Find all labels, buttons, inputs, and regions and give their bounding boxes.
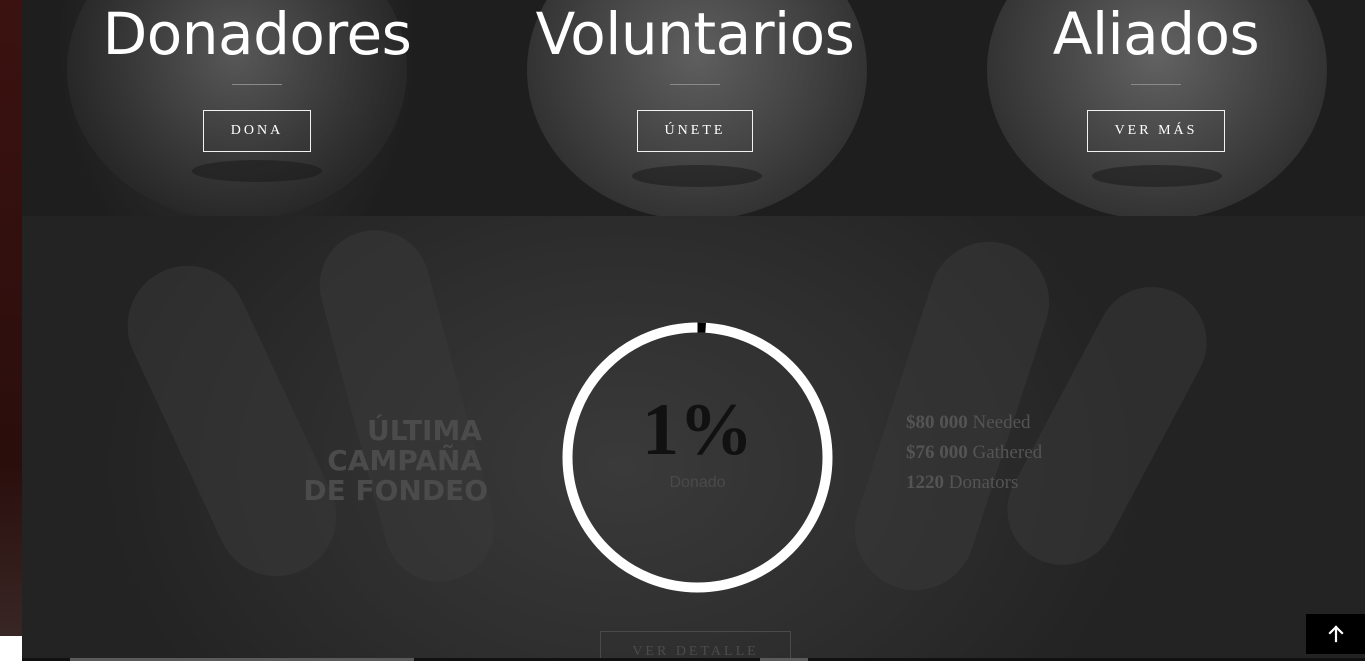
stat-label: Donators [948, 472, 1019, 493]
column-aliados: Aliados VER MÁS [936, 0, 1365, 152]
campaign-title-line: CAMPAÑA [327, 444, 482, 477]
progress-ring: 1% Donado [560, 320, 835, 595]
stat-value: $76 000 [906, 442, 968, 463]
column-title: Donadores [102, 0, 412, 68]
arrow-up-icon [1327, 625, 1344, 643]
involvement-section: Donadores DONA Voluntarios ÚNETE Aliados… [22, 0, 1365, 216]
scroll-to-top-button[interactable] [1306, 614, 1365, 654]
title-divider [670, 84, 720, 85]
page-left-edge [0, 0, 22, 661]
campaign-stats: $80 000 Needed $76 000 Gathered 1220 Don… [906, 408, 1042, 498]
progress-percent: 1% [642, 389, 753, 471]
title-divider [232, 84, 282, 85]
campaign-section: ÚLTIMA CAMPAÑA DE FONDEO 1% Donado $80 0… [22, 216, 1365, 661]
progress-caption: Donado [669, 474, 726, 491]
title-divider [1131, 84, 1181, 85]
stat-value: 1220 [906, 472, 944, 493]
stat-needed: $80 000 Needed [906, 408, 1042, 438]
column-title: Aliados [1052, 0, 1260, 68]
face-mouth-shadow [1092, 165, 1222, 187]
face-mouth-shadow [192, 160, 322, 182]
column-title: Voluntarios [535, 0, 855, 68]
campaign-title: ÚLTIMA CAMPAÑA DE FONDEO [292, 414, 488, 506]
dona-button[interactable]: DONA [202, 110, 312, 152]
stat-label: Needed [972, 412, 1031, 433]
unete-button[interactable]: ÚNETE [636, 110, 754, 152]
column-donadores: Donadores DONA [37, 0, 477, 152]
stat-gathered: $76 000 Gathered [906, 438, 1042, 468]
campaign-title-line: ÚLTIMA [367, 414, 482, 447]
stat-donators: 1220 Donators [906, 468, 1042, 498]
campaign-title-line: DE FONDEO [303, 474, 488, 507]
left-edge-white-block [0, 636, 22, 661]
stat-value: $80 000 [906, 412, 968, 433]
stat-label: Gathered [972, 442, 1043, 463]
hands-photo-shape [307, 217, 507, 595]
ver-detalle-button[interactable]: VER DETALLE [600, 631, 791, 661]
ver-mas-button[interactable]: VER MÁS [1086, 110, 1226, 152]
column-voluntarios: Voluntarios ÚNETE [475, 0, 915, 152]
face-mouth-shadow [632, 165, 762, 187]
